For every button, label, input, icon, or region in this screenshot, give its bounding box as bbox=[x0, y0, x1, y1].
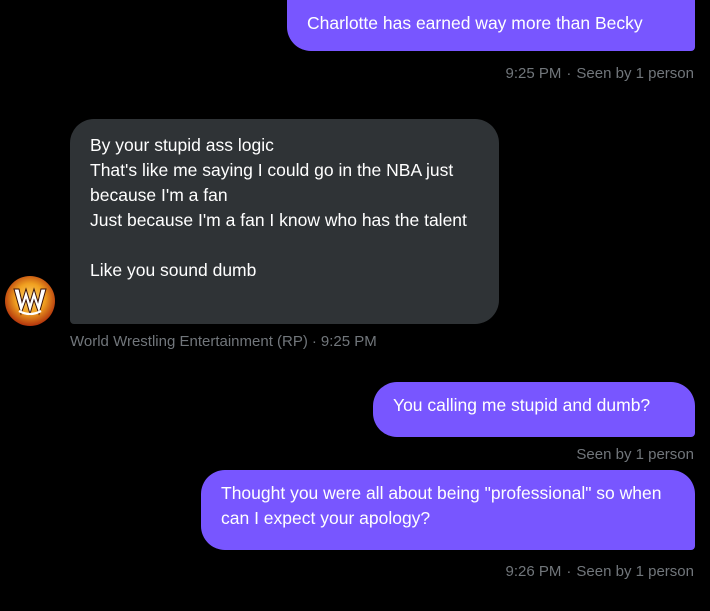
message-bubble-sent[interactable]: Thought you were all about being "profes… bbox=[201, 470, 695, 550]
seen-status: Seen by 1 person bbox=[576, 563, 694, 580]
meta-separator: · bbox=[566, 65, 572, 82]
meta-separator: · bbox=[566, 563, 572, 580]
wwe-logo-icon bbox=[13, 287, 47, 316]
message-bubble-sent[interactable]: Charlotte has earned way more than Becky bbox=[287, 0, 695, 51]
message-time: 9:25 PM bbox=[505, 65, 562, 82]
message-time: 9:26 PM bbox=[505, 563, 562, 580]
message-bubble-sent[interactable]: You calling me stupid and dumb? bbox=[373, 382, 695, 437]
seen-status: Seen by 1 person bbox=[576, 446, 694, 463]
seen-status: Seen by 1 person bbox=[576, 65, 694, 82]
message-meta: 9:26 PM · Seen by 1 person bbox=[506, 563, 694, 581]
sender-avatar[interactable] bbox=[5, 276, 55, 326]
sender-name[interactable]: World Wrestling Entertainment (RP) bbox=[70, 333, 308, 350]
message-time: 9:25 PM bbox=[320, 333, 377, 350]
message-meta: Seen by 1 person bbox=[576, 446, 694, 464]
message-meta: World Wrestling Entertainment (RP) · 9:25 … bbox=[70, 333, 377, 351]
meta-separator: · bbox=[311, 333, 317, 350]
message-bubble-received[interactable]: By your stupid ass logic That's like me … bbox=[70, 119, 499, 324]
dm-thread: Charlotte has earned way more than Becky… bbox=[0, 0, 710, 611]
message-meta: 9:25 PM · Seen by 1 person bbox=[506, 65, 694, 83]
